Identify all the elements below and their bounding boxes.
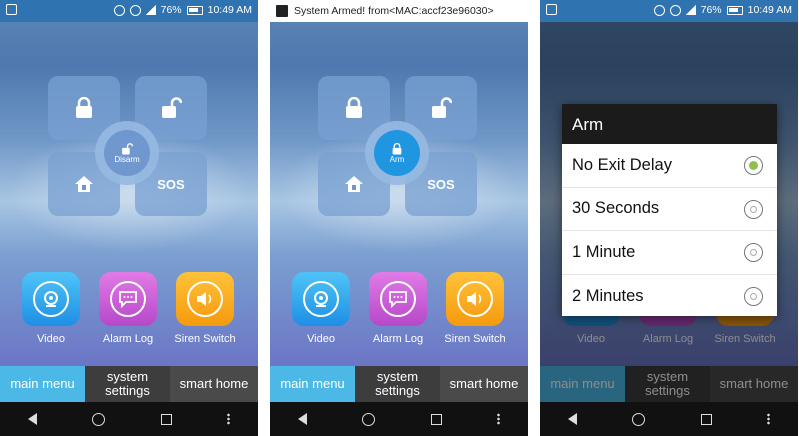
more-icon[interactable] — [767, 413, 771, 425]
unlock-icon — [162, 97, 182, 118]
dnd-icon — [669, 4, 681, 16]
hub-label: Disarm — [114, 154, 140, 164]
radio-unselected[interactable] — [744, 243, 763, 262]
camera-icon — [314, 291, 328, 307]
home-nav-icon[interactable] — [362, 412, 376, 426]
chat-icon — [389, 291, 407, 308]
home-icon — [345, 176, 363, 192]
dialog-title: Arm — [562, 104, 777, 144]
bottom-tabs: main menu system settings smart home — [0, 366, 258, 402]
app-notification-icon — [276, 5, 288, 17]
back-icon[interactable] — [567, 413, 577, 425]
option-label: 1 Minute — [572, 242, 636, 261]
android-nav-bar — [0, 402, 258, 436]
siren-switch-label: Siren Switch — [444, 333, 506, 345]
wifi-icon — [685, 5, 696, 15]
video-app-button[interactable] — [22, 272, 80, 326]
home-nav-icon[interactable] — [632, 412, 646, 426]
radio-unselected[interactable] — [744, 199, 763, 219]
camera-icon — [44, 291, 58, 307]
more-icon[interactable] — [497, 413, 501, 425]
bottom-tabs: main menu system settings smart home — [270, 366, 528, 402]
battery-percent: 76% — [700, 4, 722, 16]
notification-icon — [546, 4, 557, 15]
siren-switch-app-button[interactable] — [176, 272, 234, 326]
recents-icon[interactable] — [430, 413, 442, 425]
battery-icon — [186, 5, 203, 15]
tab-system-settings[interactable]: system settings — [85, 366, 170, 402]
option-label: 2 Minutes — [572, 286, 644, 305]
sos-label: SOS — [157, 176, 185, 192]
unlock-icon — [432, 97, 452, 118]
more-icon[interactable] — [227, 413, 231, 425]
video-app-button[interactable] — [292, 272, 350, 326]
option-30-seconds[interactable]: 30 Seconds — [562, 188, 777, 231]
tab-smart-home[interactable]: smart home — [170, 366, 258, 402]
sos-label: SOS — [427, 176, 455, 192]
option-no-exit-delay[interactable]: No Exit Delay — [562, 144, 777, 188]
tab-main-menu[interactable]: main menu — [0, 366, 85, 402]
status-hub[interactable]: Arm — [365, 121, 429, 185]
wifi-icon — [145, 5, 156, 15]
status-bar: 76% 10:49 AM — [540, 0, 798, 22]
notification-icon — [6, 4, 17, 15]
phone-screen-disarm: 76% 10:49 AM SOS Disarm Video Alarm Log … — [0, 0, 258, 436]
tab-system-settings[interactable]: system settings — [355, 366, 440, 402]
tab-smart-home[interactable]: smart home — [440, 366, 528, 402]
home-nav-icon[interactable] — [92, 412, 106, 426]
android-nav-bar — [270, 402, 528, 436]
back-icon[interactable] — [297, 413, 307, 425]
back-icon[interactable] — [27, 413, 37, 425]
siren-switch-app-button[interactable] — [446, 272, 504, 326]
status-bar: 76% 10:49 AM — [0, 0, 258, 22]
radio-selected[interactable] — [744, 156, 763, 175]
notification-text: System Armed! from<MAC:accf23e96030> — [294, 5, 494, 17]
tab-main-menu[interactable]: main menu — [270, 366, 355, 402]
alarm-log-app-button[interactable] — [99, 272, 157, 326]
dnd-icon — [129, 4, 141, 16]
speaker-icon — [197, 292, 212, 306]
lock-icon — [76, 97, 92, 118]
hub-label: Arm — [389, 154, 405, 164]
recents-icon[interactable] — [160, 413, 172, 425]
option-label: No Exit Delay — [572, 155, 672, 174]
notification-bar[interactable]: System Armed! from<MAC:accf23e96030> — [270, 0, 528, 22]
chat-icon — [119, 291, 137, 308]
battery-percent: 76% — [160, 4, 182, 16]
android-nav-bar — [540, 402, 798, 436]
radio-unselected[interactable] — [744, 286, 763, 306]
status-time: 10:49 AM — [207, 4, 252, 16]
status-hub[interactable]: Disarm — [95, 121, 159, 185]
option-label: 30 Seconds — [572, 199, 660, 218]
option-2-minutes[interactable]: 2 Minutes — [562, 275, 777, 319]
alarm-log-app-button[interactable] — [369, 272, 427, 326]
recents-icon[interactable] — [700, 413, 712, 425]
battery-icon — [726, 5, 743, 15]
home-icon — [75, 176, 93, 192]
option-1-minute[interactable]: 1 Minute — [562, 231, 777, 275]
alarm-clock-icon — [653, 4, 665, 16]
unlock-icon — [122, 142, 133, 154]
phone-screen-arm-dialog: 76% 10:49 AM Video Alarm Log Siren Switc… — [540, 0, 798, 436]
siren-switch-label: Siren Switch — [174, 333, 236, 345]
lock-icon — [346, 97, 362, 118]
alarm-clock-icon — [113, 4, 125, 16]
arm-delay-dialog: Arm No Exit Delay 30 Seconds 1 Minute 2 … — [562, 104, 777, 316]
speaker-icon — [467, 292, 482, 306]
phone-screen-armed: System Armed! from<MAC:accf23e96030> SOS… — [270, 0, 528, 436]
status-time: 10:49 AM — [747, 4, 792, 16]
lock-icon — [392, 142, 402, 154]
